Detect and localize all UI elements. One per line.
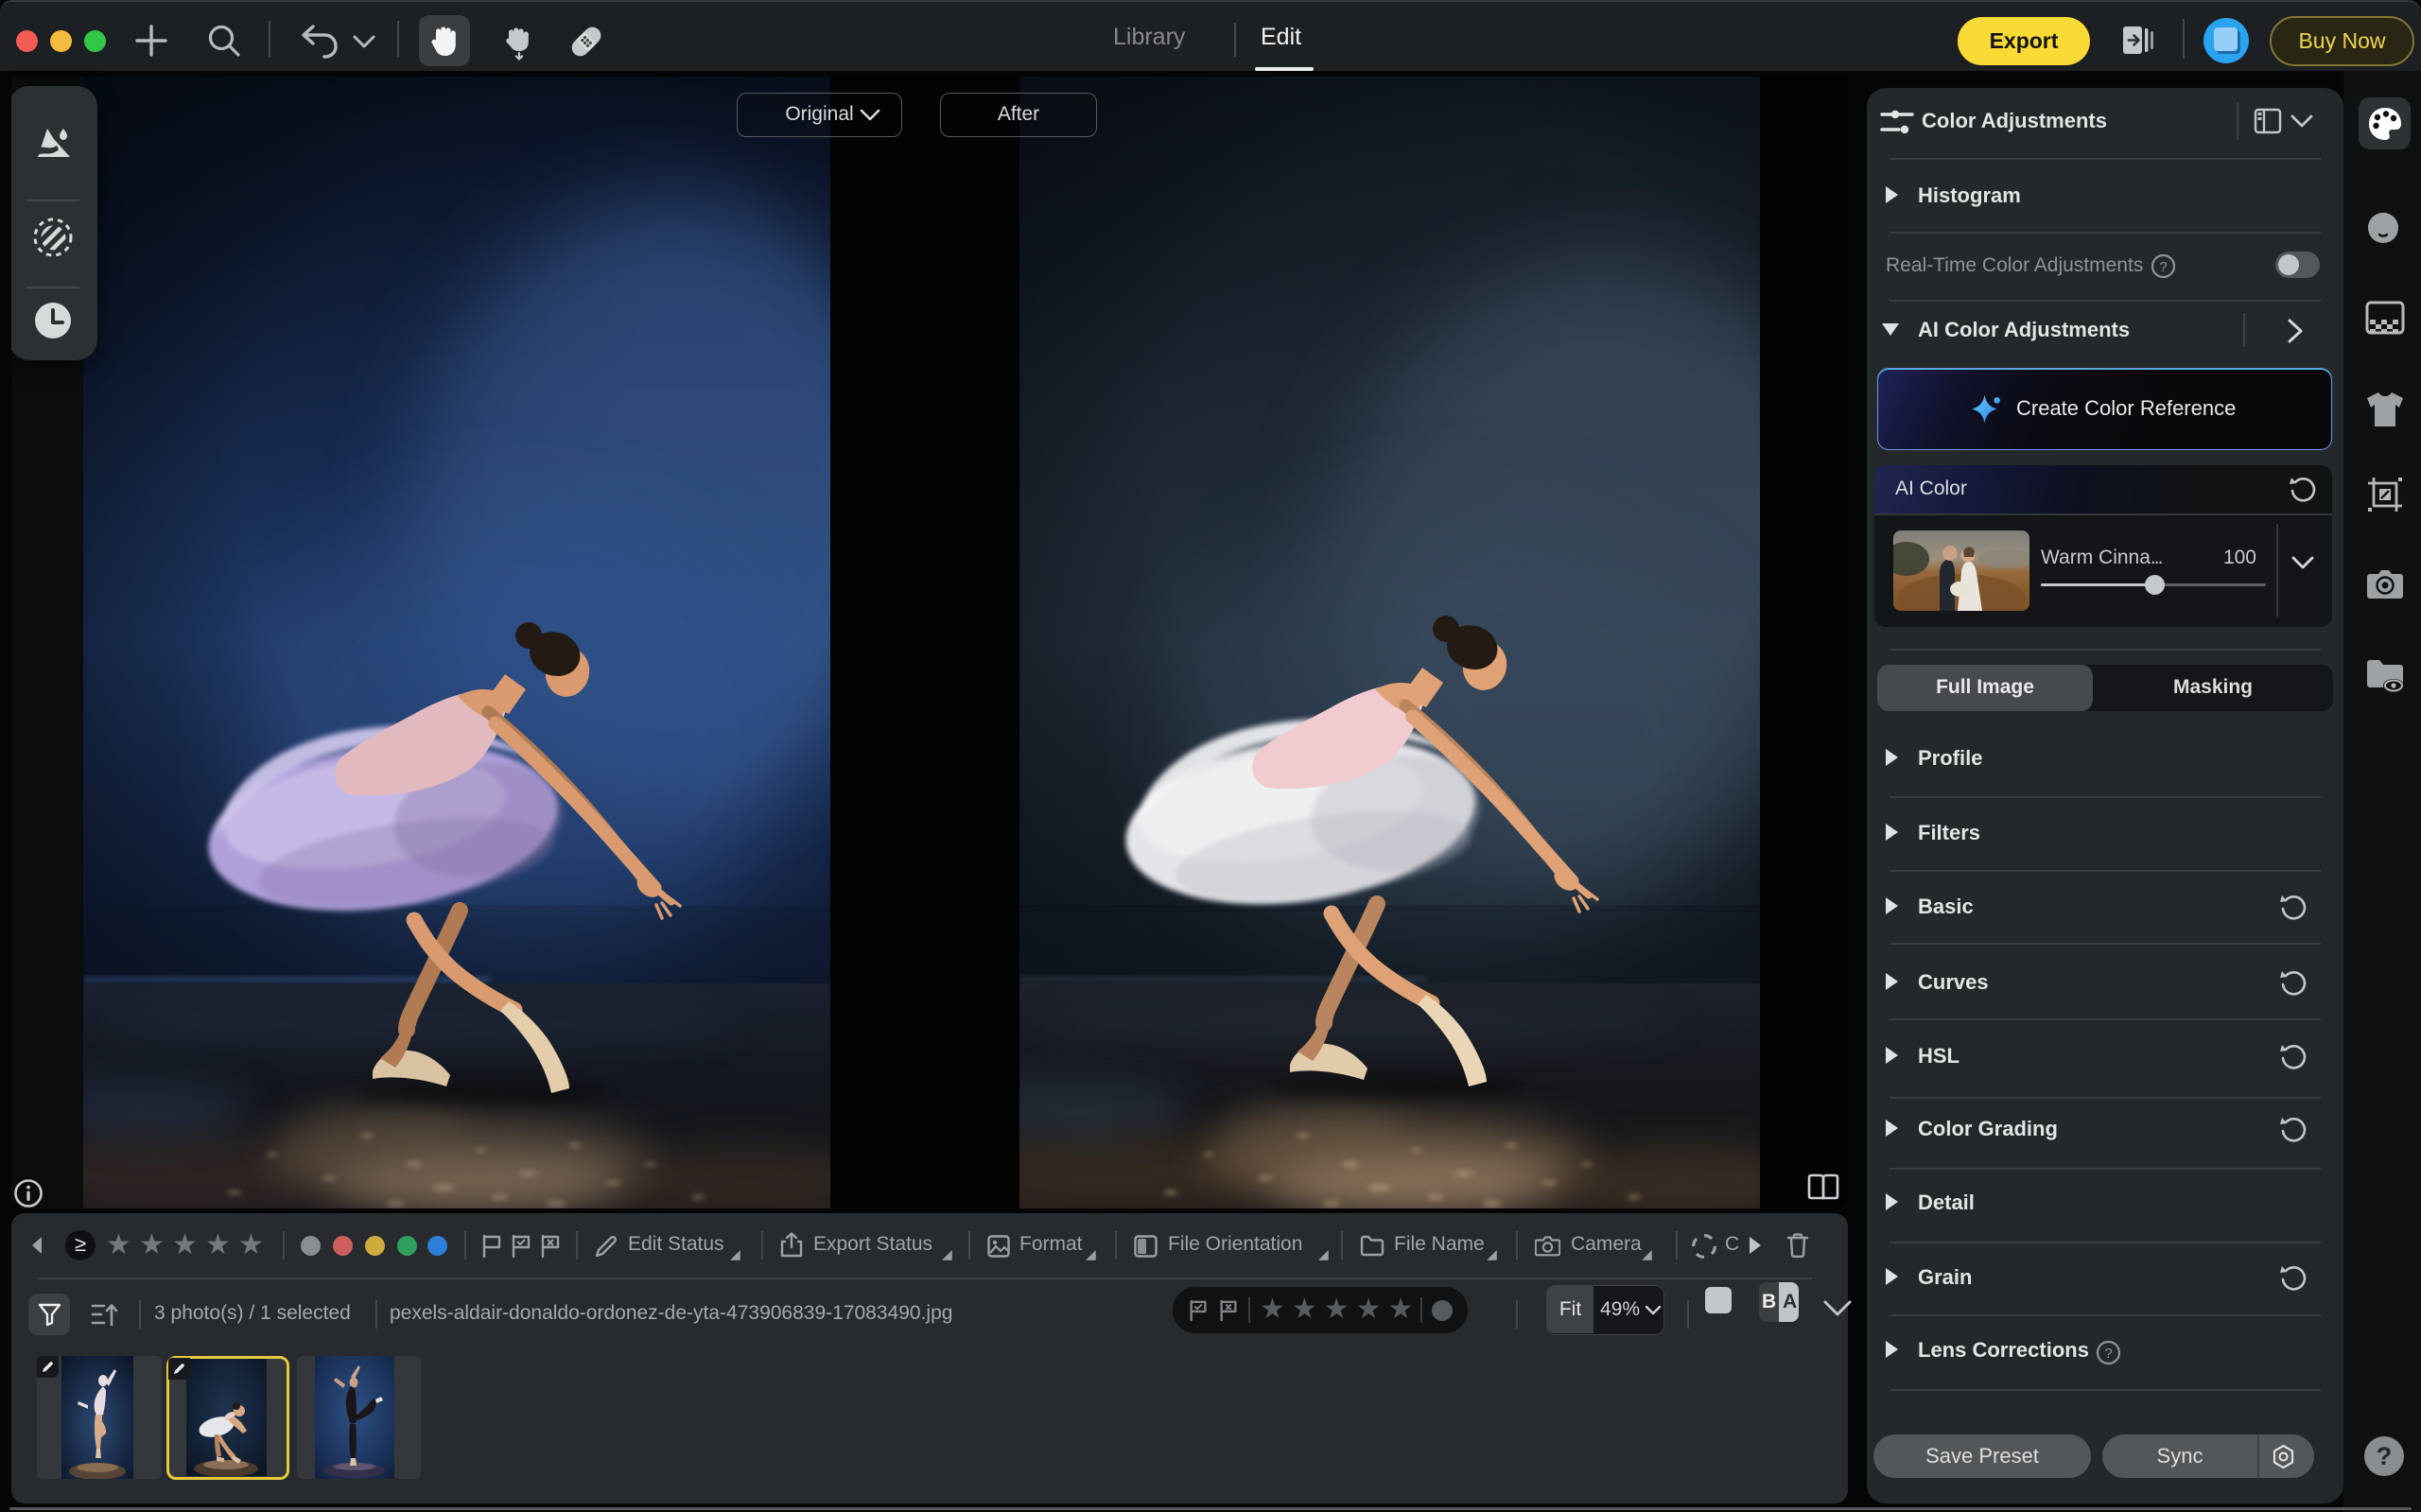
svg-text:?: ? [2104, 1346, 2112, 1362]
svg-text:?: ? [2159, 259, 2167, 275]
